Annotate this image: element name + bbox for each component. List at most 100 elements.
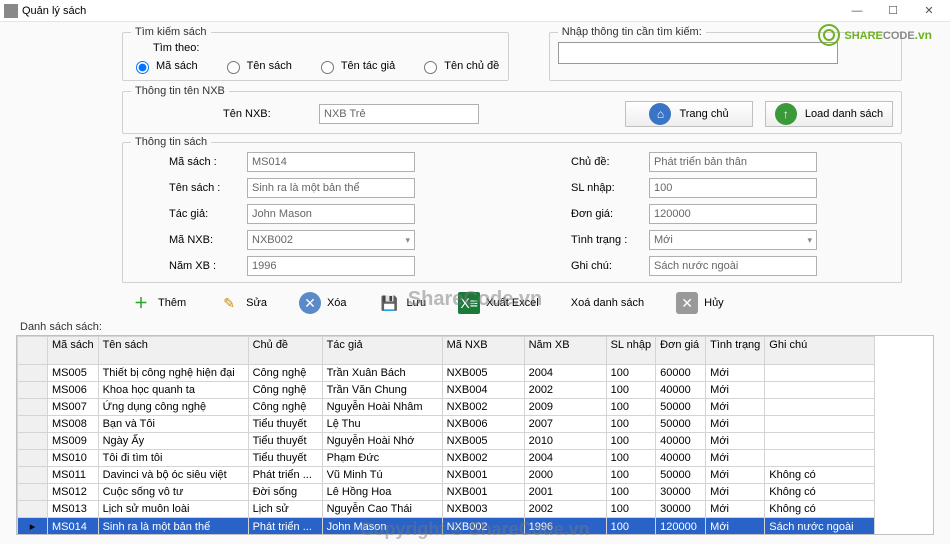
radio-tensach[interactable]: Tên sách <box>222 58 292 74</box>
cell-manxb[interactable]: NXB003 <box>442 501 524 518</box>
xoadanhsach-button[interactable]: Xoá danh sách <box>559 289 656 317</box>
cell-tensach[interactable]: Sinh ra là một bản thể <box>98 518 248 535</box>
cell-ghichu[interactable]: Không có <box>765 467 875 484</box>
cell-slnhap[interactable]: 100 <box>606 382 656 399</box>
cell-manxb[interactable]: NXB002 <box>442 399 524 416</box>
cell-slnhap[interactable]: 100 <box>606 399 656 416</box>
cell-namxb[interactable]: 2002 <box>524 501 606 518</box>
col-masach[interactable]: Mã sách <box>48 337 99 365</box>
them-button[interactable]: ＋Thêm <box>118 289 198 317</box>
cell-tacgia[interactable]: Lệ Thu <box>322 416 442 433</box>
cell-tacgia[interactable]: Phạm Đức <box>322 450 442 467</box>
table-row[interactable]: MS007Ứng dụng công nghệCông nghệNguyễn H… <box>18 399 875 416</box>
cell-manxb[interactable]: NXB005 <box>442 433 524 450</box>
col-tacgia[interactable]: Tác giả <box>322 337 442 365</box>
cell-tacgia[interactable]: Nguyễn Hoài Nhớ <box>322 433 442 450</box>
cell-namxb[interactable]: 2010 <box>524 433 606 450</box>
cell-namxb[interactable]: 2000 <box>524 467 606 484</box>
cell-ghichu[interactable]: Không có <box>765 484 875 501</box>
cell-manxb[interactable]: NXB002 <box>442 518 524 535</box>
table-row[interactable]: MS009Ngày ẤyTiểu thuyếtNguyễn Hoài NhớNX… <box>18 433 875 450</box>
loaddanhsach-button[interactable]: ↑ Load danh sách <box>765 101 893 127</box>
manxb-combo[interactable]: NXB002 <box>247 230 415 250</box>
cell-tinhtrang[interactable]: Mới <box>706 467 765 484</box>
cell-namxb[interactable]: 2007 <box>524 416 606 433</box>
cell-chude[interactable]: Công nghệ <box>248 382 322 399</box>
cell-dongia[interactable]: 40000 <box>656 433 706 450</box>
books-grid[interactable]: Mã sách Tên sách Chủ đề Tác giả Mã NXB N… <box>16 335 934 535</box>
cell-masach[interactable]: MS008 <box>48 416 99 433</box>
cell-tinhtrang[interactable]: Mới <box>706 399 765 416</box>
cell-tacgia[interactable]: Trần Xuân Bách <box>322 365 442 382</box>
chude-field[interactable] <box>649 152 817 172</box>
col-ghichu[interactable]: Ghi chú <box>765 337 875 365</box>
cell-masach[interactable]: MS012 <box>48 484 99 501</box>
huy-button[interactable]: ✕Hủy <box>664 289 736 317</box>
cell-chude[interactable]: Lịch sử <box>248 501 322 518</box>
col-chude[interactable]: Chủ đề <box>248 337 322 365</box>
cell-masach[interactable]: MS005 <box>48 365 99 382</box>
luu-button[interactable]: 💾Lưu <box>367 289 439 317</box>
cell-ghichu[interactable]: Không có <box>765 501 875 518</box>
table-row[interactable]: MS008Bạn và TôiTiểu thuyếtLệ ThuNXB00620… <box>18 416 875 433</box>
cell-namxb[interactable]: 2002 <box>524 382 606 399</box>
cell-manxb[interactable]: NXB005 <box>442 365 524 382</box>
radio-masach[interactable]: Mã sách <box>131 58 198 74</box>
table-row[interactable]: MS011Davinci và bộ óc siêu việtPhát triể… <box>18 467 875 484</box>
cell-tinhtrang[interactable]: Mới <box>706 433 765 450</box>
cell-tensach[interactable]: Thiết bị công nghệ hiện đại <box>98 365 248 382</box>
table-row[interactable]: MS010Tôi đi tìm tôiTiểu thuyếtPhạm ĐứcNX… <box>18 450 875 467</box>
cell-tensach[interactable]: Ứng dụng công nghệ <box>98 399 248 416</box>
close-button[interactable]: ✕ <box>912 2 946 20</box>
cell-slnhap[interactable]: 100 <box>606 467 656 484</box>
cell-tinhtrang[interactable]: Mới <box>706 416 765 433</box>
col-dongia[interactable]: Đơn giá <box>656 337 706 365</box>
cell-masach[interactable]: MS009 <box>48 433 99 450</box>
radio-chude[interactable]: Tên chủ đề <box>419 58 499 74</box>
cell-tinhtrang[interactable]: Mới <box>706 382 765 399</box>
cell-chude[interactable]: Tiểu thuyết <box>248 416 322 433</box>
cell-chude[interactable]: Công nghệ <box>248 399 322 416</box>
cell-tensach[interactable]: Bạn và Tôi <box>98 416 248 433</box>
cell-tacgia[interactable]: Vũ Minh Tú <box>322 467 442 484</box>
cell-dongia[interactable]: 50000 <box>656 416 706 433</box>
cell-tinhtrang[interactable]: Mới <box>706 518 765 535</box>
tacgia-field[interactable] <box>247 204 415 224</box>
col-manxb[interactable]: Mã NXB <box>442 337 524 365</box>
cell-dongia[interactable]: 30000 <box>656 484 706 501</box>
cell-namxb[interactable]: 2004 <box>524 450 606 467</box>
cell-chude[interactable]: Phát triển ... <box>248 518 322 535</box>
col-slnhap[interactable]: SL nhập <box>606 337 656 365</box>
cell-namxb[interactable]: 2009 <box>524 399 606 416</box>
search-input[interactable] <box>558 42 838 64</box>
cell-ghichu[interactable]: Sách nước ngoài <box>765 518 875 535</box>
namxb-field[interactable] <box>247 256 415 276</box>
cell-tensach[interactable]: Davinci và bộ óc siêu việt <box>98 467 248 484</box>
cell-dongia[interactable]: 30000 <box>656 501 706 518</box>
masach-field[interactable] <box>247 152 415 172</box>
cell-slnhap[interactable]: 100 <box>606 433 656 450</box>
col-tinhtrang[interactable]: Tình trạng <box>706 337 765 365</box>
cell-ghichu[interactable] <box>765 433 875 450</box>
dongia-field[interactable] <box>649 204 817 224</box>
cell-slnhap[interactable]: 100 <box>606 484 656 501</box>
cell-tinhtrang[interactable]: Mới <box>706 450 765 467</box>
cell-tacgia[interactable]: Nguyễn Hoài Nhâm <box>322 399 442 416</box>
cell-tacgia[interactable]: Trần Văn Chung <box>322 382 442 399</box>
table-row[interactable]: ▸MS014Sinh ra là một bản thểPhát triển .… <box>18 518 875 535</box>
cell-masach[interactable]: MS014 <box>48 518 99 535</box>
cell-ghichu[interactable] <box>765 450 875 467</box>
col-tensach[interactable]: Tên sách <box>98 337 248 365</box>
cell-chude[interactable]: Công nghệ <box>248 365 322 382</box>
cell-tensach[interactable]: Lịch sử muôn loài <box>98 501 248 518</box>
cell-tensach[interactable]: Khoa học quanh ta <box>98 382 248 399</box>
cell-tinhtrang[interactable]: Mới <box>706 365 765 382</box>
cell-chude[interactable]: Phát triển ... <box>248 467 322 484</box>
cell-slnhap[interactable]: 100 <box>606 450 656 467</box>
sua-button[interactable]: ✎Sửa <box>206 289 279 317</box>
cell-tacgia[interactable]: Nguyễn Cao Thái <box>322 501 442 518</box>
cell-dongia[interactable]: 60000 <box>656 365 706 382</box>
cell-slnhap[interactable]: 100 <box>606 518 656 535</box>
cell-slnhap[interactable]: 100 <box>606 416 656 433</box>
cell-ghichu[interactable] <box>765 365 875 382</box>
